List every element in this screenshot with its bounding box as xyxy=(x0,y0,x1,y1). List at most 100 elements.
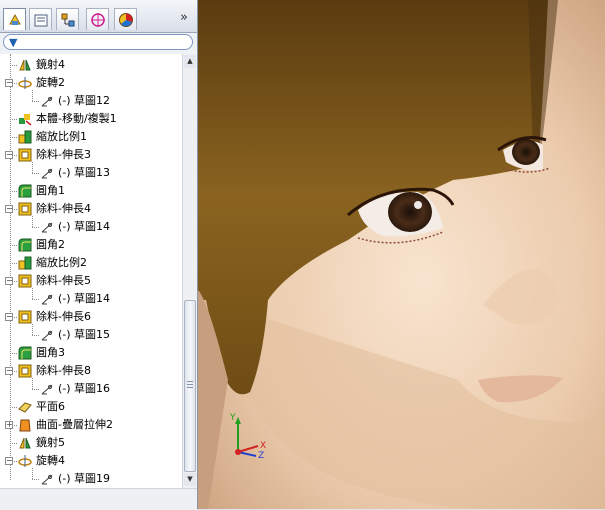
tree-subitem[interactable]: (-) 草圖14 xyxy=(0,288,182,308)
scroll-down-icon[interactable]: ▼ xyxy=(184,473,196,486)
reference-triad: Y X Z xyxy=(229,413,266,460)
triad-y-label: Y xyxy=(229,413,236,423)
property-manager-icon xyxy=(34,14,47,26)
mirror-icon xyxy=(19,437,31,449)
tab-dimxpert-manager[interactable] xyxy=(86,8,109,30)
tree-item-label: 除料-伸長5 xyxy=(36,274,91,287)
tree-connector xyxy=(32,101,39,102)
feature-manager-icon xyxy=(8,13,21,25)
move-copy-body-icon xyxy=(19,114,32,126)
more-tabs-chevron-icon[interactable]: » xyxy=(180,10,188,25)
scale-icon xyxy=(18,130,32,144)
scroll-thumb[interactable] xyxy=(184,300,196,472)
tree-item[interactable]: − 除料-伸長8 xyxy=(0,362,182,380)
tree-connector xyxy=(32,468,33,479)
expand-icon[interactable]: + xyxy=(5,421,13,429)
tree-item[interactable]: 鏡射4 xyxy=(0,56,182,74)
configuration-manager-icon xyxy=(61,13,74,26)
tree-item[interactable]: + 曲面-疊層拉伸2 xyxy=(0,416,182,434)
tree-subitem[interactable]: (-) 草圖19 xyxy=(0,468,182,488)
tree-item-label: 鏡射4 xyxy=(36,58,65,71)
collapse-icon[interactable]: − xyxy=(5,457,13,465)
tree-connector xyxy=(10,137,17,138)
tree-connector xyxy=(32,90,33,101)
tree-subitem[interactable]: (-) 草圖15 xyxy=(0,324,182,344)
tree-connector xyxy=(32,335,39,336)
feature-tree: 鏡射4 − 旋轉2 (-) 草圖12 本體-移動/複製1 縮放比例1 − 除料-伸長3 (-) … xyxy=(0,54,182,488)
tree-item-label: (-) 草圖13 xyxy=(58,166,111,179)
fillet-icon xyxy=(18,184,32,198)
triad-z-label: Z xyxy=(258,451,264,460)
tree-connector xyxy=(32,173,39,174)
display-manager-icon xyxy=(118,12,133,27)
collapse-icon[interactable]: − xyxy=(5,277,13,285)
sketch-icon xyxy=(41,474,53,485)
tree-item[interactable]: 圓角3 xyxy=(0,344,182,362)
tree-connector xyxy=(32,162,33,173)
extruded-cut-icon xyxy=(18,364,32,378)
tree-item-label: (-) 草圖14 xyxy=(58,220,111,233)
fillet-icon xyxy=(18,346,32,360)
feature-manager-panel: » ▼ 鏡射4 − 旋轉2 (-) 草圖12 本體-移動/複製1 縮放比例1 − 除料-伸長3… xyxy=(0,0,198,510)
collapse-icon[interactable]: − xyxy=(5,151,13,159)
tree-item[interactable]: 縮放比例1 xyxy=(0,128,182,146)
tree-item[interactable]: 鏡射5 xyxy=(0,434,182,452)
tree-item[interactable]: 圓角2 xyxy=(0,236,182,254)
tree-item[interactable]: 本體-移動/複製1 xyxy=(0,110,182,128)
extruded-cut-icon xyxy=(18,310,32,324)
collapse-icon[interactable]: − xyxy=(5,79,13,87)
tree-item-label: 平面6 xyxy=(36,400,65,413)
collapse-icon[interactable]: − xyxy=(5,313,13,321)
tree-item-label: 圓角1 xyxy=(36,184,65,197)
tree-subitem[interactable]: (-) 草圖14 xyxy=(0,216,182,236)
panel-tab-bar: » xyxy=(0,0,197,33)
revolve-icon xyxy=(18,77,32,89)
tree-connector xyxy=(10,65,17,66)
triad-x-label: X xyxy=(260,441,266,451)
tree-item[interactable]: 縮放比例2 xyxy=(0,254,182,272)
tab-configuration-manager[interactable] xyxy=(56,8,79,30)
sketch-icon xyxy=(41,168,53,179)
tree-connector xyxy=(10,119,17,120)
tree-item[interactable]: 平面6 xyxy=(0,398,182,416)
scroll-up-icon[interactable]: ▲ xyxy=(184,55,196,68)
tree-subitem[interactable]: (-) 草圖13 xyxy=(0,162,182,182)
tree-item[interactable]: − 除料-伸長4 xyxy=(0,200,182,218)
tree-item[interactable]: 圓角1 xyxy=(0,182,182,200)
tree-subitem[interactable]: (-) 草圖12 xyxy=(0,90,182,110)
tree-connector xyxy=(10,263,17,264)
tree-item-label: (-) 草圖12 xyxy=(58,94,111,107)
tab-feature-manager[interactable] xyxy=(3,8,26,30)
tree-connector xyxy=(32,227,39,228)
tree-item-label: 除料-伸長6 xyxy=(36,310,91,323)
fillet-icon xyxy=(18,238,32,252)
dimxpert-icon xyxy=(90,12,105,27)
tree-item-label: 旋轉2 xyxy=(36,76,65,89)
sketch-icon xyxy=(41,294,53,305)
collapse-icon[interactable]: − xyxy=(5,367,13,375)
collapse-icon[interactable]: − xyxy=(5,205,13,213)
tree-horizontal-scrollbar[interactable] xyxy=(0,488,197,510)
tree-item[interactable]: − 除料-伸長3 xyxy=(0,146,182,164)
tree-item-label: (-) 草圖19 xyxy=(58,472,111,485)
feature-filter-input[interactable]: ▼ xyxy=(3,34,193,50)
tree-item[interactable]: − 旋轉2 xyxy=(0,74,182,92)
tree-item-label: 縮放比例1 xyxy=(36,130,87,143)
tree-item[interactable]: − 旋轉4 xyxy=(0,452,182,470)
filter-icon: ▼ xyxy=(9,36,18,49)
tree-item[interactable]: − 除料-伸長6 xyxy=(0,308,182,326)
tab-property-manager[interactable] xyxy=(29,8,52,30)
tree-subitem[interactable]: (-) 草圖16 xyxy=(0,378,182,398)
extruded-cut-icon xyxy=(18,274,32,288)
tree-vertical-scrollbar[interactable]: ▲ ▼ xyxy=(182,54,197,488)
tree-connector xyxy=(10,443,17,444)
sketch-icon xyxy=(41,96,53,107)
tree-connector xyxy=(32,389,39,390)
tree-item-label: 縮放比例2 xyxy=(36,256,87,269)
tree-connector xyxy=(10,407,17,408)
tree-item[interactable]: − 除料-伸長5 xyxy=(0,272,182,290)
tab-display-manager[interactable] xyxy=(114,8,137,30)
tree-connector xyxy=(32,299,39,300)
graphics-viewport[interactable]: Y X Z xyxy=(198,0,605,509)
tree-item-label: (-) 草圖16 xyxy=(58,382,111,395)
